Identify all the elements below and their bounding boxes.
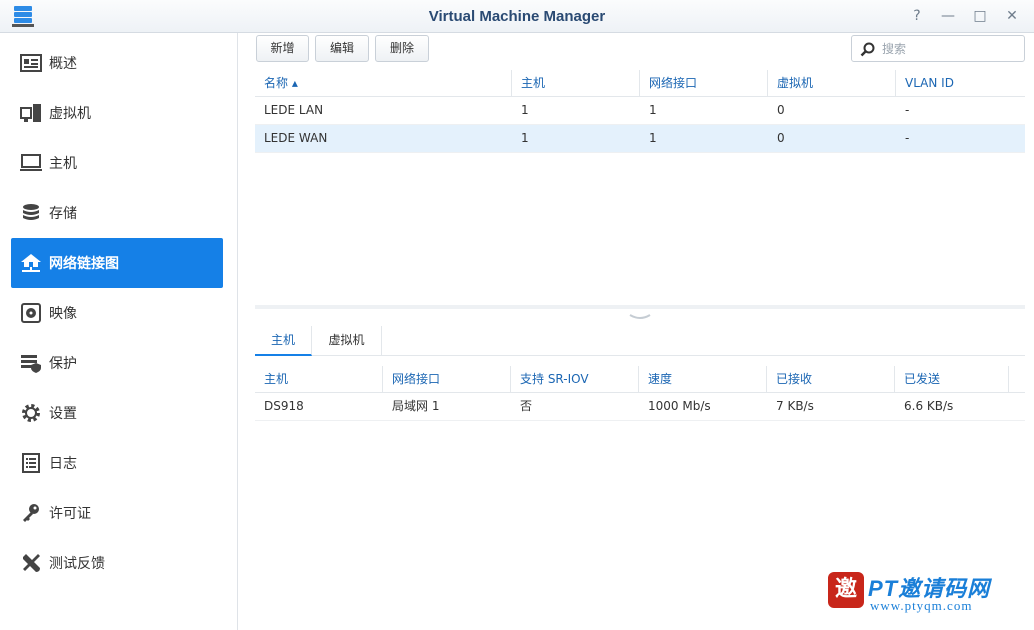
table-row[interactable]: DS918 局域网 1 否 1000 Mb/s 7 KB/s 6.6 KB/s — [255, 393, 1025, 421]
sidebar-item-image[interactable]: 映像 — [11, 288, 223, 338]
column-header-speed[interactable]: 速度 — [639, 366, 767, 393]
key-icon — [19, 501, 43, 525]
search-icon — [860, 42, 875, 57]
cell-received: 7 KB/s — [776, 399, 814, 413]
search-box — [851, 35, 1025, 62]
cell-vm: 0 — [777, 131, 785, 145]
sidebar-item-label: 映像 — [49, 306, 77, 322]
sidebar-item-label: 概述 — [49, 56, 77, 72]
cell-speed: 1000 Mb/s — [648, 399, 711, 413]
cell-interface: 1 — [649, 131, 657, 145]
search-input[interactable] — [882, 40, 1020, 58]
splitter-handle-icon[interactable] — [629, 313, 651, 321]
edit-button[interactable]: 编辑 — [315, 35, 369, 62]
storage-icon — [19, 201, 43, 225]
sidebar-item-storage[interactable]: 存储 — [11, 188, 223, 238]
sidebar-item-label: 网络链接图 — [49, 256, 119, 272]
cell-sent: 6.6 KB/s — [904, 399, 954, 413]
sidebar-item-settings[interactable]: 设置 — [11, 388, 223, 438]
column-header-sent[interactable]: 已发送 — [895, 366, 1009, 393]
watermark-badge: 邀 — [828, 572, 864, 608]
cell-host: 1 — [521, 103, 529, 117]
sidebar-item-license[interactable]: 许可证 — [11, 488, 223, 538]
sidebar-item-host[interactable]: 主机 — [11, 138, 223, 188]
cell-sriov: 否 — [520, 399, 533, 413]
sidebar-item-protection[interactable]: 保护 — [11, 338, 223, 388]
image-icon — [19, 301, 43, 325]
maximize-button[interactable]: □ — [970, 6, 990, 26]
delete-button[interactable]: 删除 — [375, 35, 429, 62]
minimize-button[interactable]: — — [938, 6, 958, 26]
overview-icon — [19, 51, 43, 75]
sidebar-item-log[interactable]: 日志 — [11, 438, 223, 488]
tab-host[interactable]: 主机 — [255, 326, 312, 356]
column-header-sriov[interactable]: 支持 SR-IOV — [511, 366, 639, 393]
host-icon — [19, 151, 43, 175]
sidebar-item-label: 主机 — [49, 156, 77, 172]
sidebar-item-label: 许可证 — [49, 506, 91, 522]
sidebar-item-overview[interactable]: 概述 — [11, 38, 223, 88]
sidebar-item-feedback[interactable]: 测试反馈 — [11, 538, 223, 588]
sidebar-item-label: 日志 — [49, 456, 77, 472]
cell-name: LEDE LAN — [264, 103, 324, 117]
help-button[interactable]: ? — [907, 6, 927, 26]
cell-vlan: - — [905, 103, 910, 117]
protection-icon — [19, 351, 43, 375]
column-header-vlan[interactable]: VLAN ID — [896, 70, 1025, 97]
column-header-interface[interactable]: 网络接口 — [383, 366, 511, 393]
network-icon — [19, 251, 43, 275]
sidebar-item-network[interactable]: 网络链接图 — [11, 238, 223, 288]
cell-vlan: - — [905, 131, 910, 145]
cell-host: DS918 — [264, 399, 304, 413]
sidebar-item-label: 存储 — [49, 206, 77, 222]
settings-icon — [19, 401, 43, 425]
sidebar-item-label: 设置 — [49, 406, 77, 422]
column-header-name[interactable]: 名称 ▴ — [255, 70, 512, 97]
column-header-vm[interactable]: 虚拟机 — [768, 70, 896, 97]
column-header-host[interactable]: 主机 — [512, 70, 640, 97]
cell-host: 1 — [521, 131, 529, 145]
cell-name: LEDE WAN — [264, 131, 328, 145]
tab-vm[interactable]: 虚拟机 — [312, 326, 382, 356]
sidebar: 概述 虚拟机 主机 存储 网络链接图 映像 保护 设置 日志 许可证 测试反馈 — [0, 33, 238, 630]
network-table-header: 名称 ▴ 主机 网络接口 虚拟机 VLAN ID — [255, 70, 1025, 97]
table-row[interactable]: LEDE LAN 1 1 0 - — [255, 97, 1025, 125]
cell-vm: 0 — [777, 103, 785, 117]
column-header-host[interactable]: 主机 — [255, 366, 383, 393]
watermark: 邀 PT邀请码网 www.ptyqm.com — [828, 572, 1024, 614]
cell-interface: 局域网 1 — [392, 399, 440, 413]
window-title: Virtual Machine Manager — [428, 8, 606, 25]
log-icon — [19, 451, 43, 475]
vm-icon — [19, 101, 43, 125]
add-button[interactable]: 新增 — [256, 35, 309, 62]
detail-tabs: 主机 虚拟机 — [255, 326, 1025, 356]
host-table-header: 主机 网络接口 支持 SR-IOV 速度 已接收 已发送 — [255, 366, 1025, 393]
cell-interface: 1 — [649, 103, 657, 117]
panel-splitter[interactable] — [255, 305, 1025, 309]
sidebar-item-vm[interactable]: 虚拟机 — [11, 88, 223, 138]
sidebar-item-label: 虚拟机 — [49, 106, 91, 122]
wrench-icon — [19, 551, 43, 575]
sidebar-item-label: 测试反馈 — [49, 556, 105, 572]
title-bar: Virtual Machine Manager ? — □ ✕ — [0, 0, 1034, 33]
column-header-interface[interactable]: 网络接口 — [640, 70, 768, 97]
column-header-received[interactable]: 已接收 — [767, 366, 895, 393]
main-panel: 新增 编辑 删除 名称 ▴ 主机 网络接口 虚拟机 VLAN ID LEDE L… — [239, 33, 1034, 630]
watermark-url: www.ptyqm.com — [870, 598, 973, 613]
close-button[interactable]: ✕ — [1002, 6, 1022, 26]
sidebar-item-label: 保护 — [49, 356, 77, 372]
table-row[interactable]: LEDE WAN 1 1 0 - — [255, 125, 1025, 153]
